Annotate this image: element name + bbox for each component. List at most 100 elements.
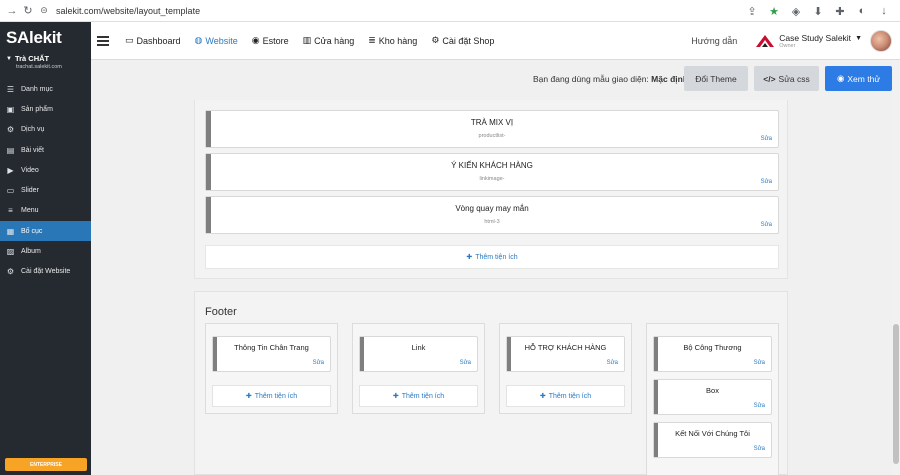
nav-tab[interactable]: ◉ Estore — [252, 35, 289, 46]
nav-tab-label: Cài đặt Shop — [442, 35, 495, 46]
salekit-logo[interactable]: SAlekit — [6, 28, 62, 48]
database-icon: ≣ — [368, 35, 376, 45]
widget-title: TRÀ MIX VỊ — [470, 118, 514, 127]
profile-icon[interactable]: ◐ — [854, 3, 870, 19]
edit-widget-link[interactable]: Sửa — [761, 136, 772, 142]
nav-tab-label: Website — [205, 35, 238, 46]
edit-css-button[interactable]: </> Sửa css — [754, 66, 819, 91]
site-name: Trà CHẤT — [14, 54, 50, 63]
edit-widget-link[interactable]: Sửa — [754, 446, 765, 452]
caret-down-icon: ▼ — [855, 34, 862, 42]
edit-widget-link[interactable]: Sửa — [754, 360, 765, 366]
add-widget-button[interactable]: ✚ Thêm tiện ích — [359, 385, 478, 407]
footer-widget[interactable]: Box Sửa — [653, 379, 772, 415]
widget-title: Kết Nối Với Chúng Tôi — [675, 429, 750, 438]
nav-tab-label: Kho hàng — [378, 35, 418, 46]
avatar[interactable] — [870, 30, 892, 52]
plus-icon: ✚ — [466, 254, 473, 261]
user-role: Owner — [779, 43, 796, 49]
extension-shield-icon[interactable]: ◈ — [788, 3, 804, 19]
footer-column: Bộ Công Thương Sửa Box Sửa Kết Nối Với C… — [646, 323, 779, 475]
nav-tab[interactable]: ◍ Website — [195, 35, 238, 46]
drag-handle[interactable] — [206, 197, 211, 233]
compass-icon: ◉ — [251, 35, 260, 45]
sidebar-item-label: Bài viết — [21, 146, 44, 154]
edit-widget-link[interactable]: Sửa — [313, 360, 324, 366]
slider-icon: ▭ — [6, 186, 15, 196]
nav-tab[interactable]: ⚙ Cài đặt Shop — [431, 35, 494, 46]
document-icon: ▤ — [6, 145, 15, 155]
enterprise-badge[interactable]: ENTERPRISE — [5, 458, 87, 471]
add-widget-button[interactable]: ✚ Thêm tiện ích — [212, 385, 331, 407]
site-selector[interactable]: ▼ Trà CHẤT trachat.salekit.com — [6, 54, 62, 70]
monitor-icon: ▭ — [125, 35, 134, 45]
plus-icon: ✚ — [392, 393, 399, 400]
add-widget-button[interactable]: ✚ Thêm tiện ích — [205, 245, 779, 269]
sidebar-item[interactable]: ⚙ Dịch vụ — [0, 120, 91, 140]
theme-name: Mặc định — [651, 74, 689, 84]
change-theme-button[interactable]: Đổi Theme — [684, 66, 748, 91]
share-icon[interactable]: ⇪ — [744, 3, 760, 19]
widget-title: Thông Tin Chân Trang — [234, 343, 309, 352]
add-widget-label: Thêm tiện ích — [548, 392, 592, 400]
bookmark-star-icon[interactable]: ★ — [766, 3, 782, 19]
url-text[interactable]: salekit.com/website/layout_template — [56, 6, 200, 16]
reload-icon[interactable]: ↻ — [20, 3, 36, 19]
nav-tab-label: Dashboard — [136, 35, 181, 46]
page-scrollbar[interactable] — [892, 60, 900, 475]
site-url: trachat.salekit.com — [16, 64, 62, 70]
main-nav: ▭ Dashboard ◍ Website ◉ Estore ▥ Cửa hàng ≣ Kho h… — [125, 35, 494, 46]
footer-widget[interactable]: HỖ TRỢ KHÁCH HÀNG Sửa — [506, 336, 625, 372]
widget-type: html-3 — [484, 219, 500, 225]
scrollbar-thumb[interactable] — [893, 324, 899, 464]
back-arrow-icon[interactable]: → — [4, 3, 20, 19]
preview-button[interactable]: ◉ Xem thử — [825, 66, 892, 91]
image-icon: ▨ — [6, 247, 15, 257]
downloads-icon[interactable]: ↓ — [876, 3, 892, 19]
sidebar-item[interactable]: ▦ Bố cục — [0, 221, 91, 242]
store-icon: ▥ — [302, 35, 312, 45]
nav-tab[interactable]: ≣ Kho hàng — [368, 35, 417, 46]
layout-widget[interactable]: TRÀ MIX VỊ productlist- Sửa — [205, 110, 779, 148]
sidebar-item[interactable]: ▭ Slider — [0, 180, 91, 200]
sidebar-item-label: Menu — [21, 207, 39, 215]
edit-widget-link[interactable]: Sửa — [607, 360, 618, 366]
edit-widget-link[interactable]: Sửa — [460, 360, 471, 366]
user-menu[interactable]: Case Study Salekit ▼ Owner — [779, 33, 862, 49]
sidebar-item[interactable]: ☰ Danh mục — [0, 79, 91, 99]
sidebar-menu: ☰ Danh mục ▣ Sản phẩm ⚙ Dịch vụ ▤ Bài viết ▶ Vide… — [0, 79, 91, 282]
sidebar-item[interactable]: ▣ Sản phẩm — [0, 99, 91, 119]
drag-handle[interactable] — [206, 111, 211, 147]
edit-widget-link[interactable]: Sửa — [754, 403, 765, 409]
sidebar-item[interactable]: ⚙ Cài đặt Website — [0, 262, 91, 282]
footer-widget[interactable]: Bộ Công Thương Sửa — [653, 336, 772, 372]
layout-widget[interactable]: Ý KIẾN KHÁCH HÀNG linkimage- Sửa — [205, 153, 779, 191]
help-link[interactable]: Hướng dẫn — [691, 36, 737, 46]
sidebar-item-label: Slider — [21, 187, 39, 195]
sidebar-item[interactable]: ▨ Album — [0, 241, 91, 261]
nav-tab[interactable]: ▥ Cửa hàng — [303, 35, 355, 46]
sidebar-item[interactable]: ▶ Video — [0, 160, 91, 180]
layout-icon: ▦ — [6, 226, 15, 236]
eye-icon: ◉ — [836, 73, 845, 83]
hamburger-menu-icon[interactable] — [97, 35, 109, 46]
download-icon[interactable]: ⬇ — [810, 3, 826, 19]
footer-widget[interactable]: Link Sửa — [359, 336, 478, 372]
top-navigation: ▭ Dashboard ◍ Website ◉ Estore ▥ Cửa hàng ≣ Kho h… — [91, 22, 900, 60]
widget-type: linkimage- — [479, 176, 505, 182]
footer-widget[interactable]: Thông Tin Chân Trang Sửa — [212, 336, 331, 372]
sidebar-item[interactable]: ▤ Bài viết — [0, 140, 91, 160]
globe-icon: ◍ — [194, 35, 203, 45]
box-icon: ▣ — [6, 104, 15, 114]
sidebar-item[interactable]: ≡ Menu — [0, 201, 91, 221]
edit-widget-link[interactable]: Sửa — [761, 179, 772, 185]
nav-tab[interactable]: ▭ Dashboard — [125, 35, 181, 46]
puzzle-icon[interactable]: ✚ — [832, 3, 848, 19]
layout-widget[interactable]: Vòng quay may mắn html-3 Sửa — [205, 196, 779, 234]
drag-handle[interactable] — [206, 154, 211, 190]
current-theme-info: Bạn đang dùng mẫu giao diện: Mặc định — [533, 74, 688, 84]
gear-icon: ⚙ — [431, 35, 440, 45]
edit-widget-link[interactable]: Sửa — [761, 222, 772, 228]
footer-widget[interactable]: Kết Nối Với Chúng Tôi Sửa — [653, 422, 772, 458]
add-widget-button[interactable]: ✚ Thêm tiện ích — [506, 385, 625, 407]
